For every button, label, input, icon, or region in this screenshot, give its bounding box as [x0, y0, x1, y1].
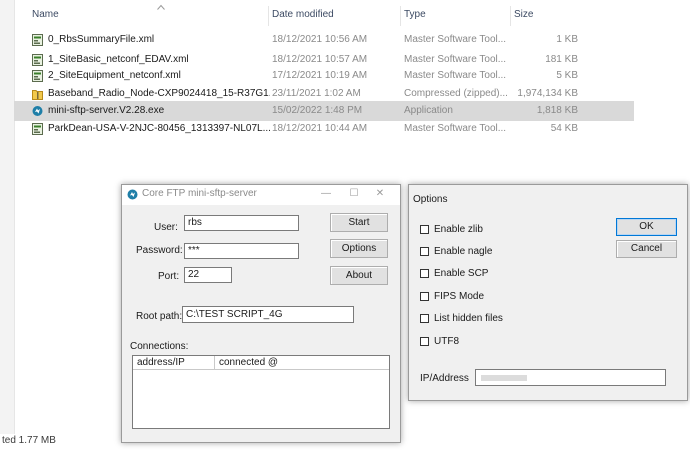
minimize-icon[interactable]: — [320, 188, 332, 200]
xml-file-icon [32, 54, 43, 66]
xml-file-icon [32, 70, 43, 82]
file-size: 54 KB [550, 123, 578, 134]
password-label: Password: [136, 245, 183, 256]
file-size: 1 KB [556, 34, 578, 45]
close-icon[interactable]: ✕ [374, 188, 386, 200]
options-titlebar[interactable]: Options [409, 185, 687, 205]
column-header-size[interactable]: Size [514, 4, 594, 26]
file-date-modified: 15/02/2022 1:48 PM [272, 105, 363, 116]
checkbox-label: Enable SCP [434, 268, 489, 279]
file-date-modified: 18/12/2021 10:44 AM [272, 123, 368, 134]
cancel-button[interactable]: Cancel [616, 240, 677, 258]
port-input[interactable]: 22 [184, 267, 232, 283]
file-type: Application [404, 105, 453, 116]
file-row[interactable]: 0_RbsSummaryFile.xml 18/12/2021 10:56 AM M… [14, 30, 634, 50]
column-header-type[interactable]: Type [404, 4, 510, 26]
file-row[interactable]: mini-sftp-server.V2.28.exe 15/02/2022 1:4… [14, 101, 634, 121]
app-logo-icon [127, 189, 138, 200]
user-label: User: [154, 222, 178, 233]
checkbox-label: FIPS Mode [434, 291, 485, 302]
xml-file-icon [32, 34, 43, 46]
file-name: 0_RbsSummaryFile.xml [48, 34, 155, 45]
options-window: Options Enable zlib Enable nagle Enable SC… [408, 184, 688, 401]
file-name: 2_SiteEquipment_netconf.xml [48, 70, 181, 81]
file-name: mini-sftp-server.V2.28.exe [48, 105, 165, 116]
file-type: Master Software Tool... [404, 70, 507, 81]
file-type: Master Software Tool... [404, 123, 507, 134]
column-header-name[interactable]: Name [32, 4, 272, 26]
file-name: ParkDean-USA-V-2NJC-80456_1313397-NL07L.… [48, 123, 270, 134]
connections-list[interactable]: address/IP connected @ [132, 355, 390, 429]
checkbox-enable-zlib[interactable] [420, 225, 429, 234]
checkbox-label: Enable nagle [434, 246, 493, 257]
file-size: 5 KB [556, 70, 578, 81]
core-ftp-window: Core FTP mini-sftp-server — ☐ ✕ User: rb… [121, 184, 401, 443]
zip-folder-icon [32, 88, 43, 100]
root-path-label: Root path: [136, 311, 183, 322]
column-address-ip[interactable]: address/IP [133, 356, 215, 370]
checkbox-enable-nagle[interactable] [420, 247, 429, 256]
user-input[interactable]: rbs [184, 215, 299, 231]
checkbox-fips-mode[interactable] [420, 292, 429, 301]
options-window-title: Options [413, 194, 448, 205]
file-date-modified: 17/12/2021 10:19 AM [272, 70, 368, 81]
checkbox-label: List hidden files [434, 313, 503, 324]
password-input[interactable]: *** [184, 243, 299, 259]
xml-file-icon [32, 123, 43, 135]
redacted-ip-mask [481, 375, 527, 381]
start-button[interactable]: Start [330, 213, 388, 232]
exe-app-icon [32, 105, 43, 117]
file-type: Master Software Tool... [404, 34, 507, 45]
maximize-icon[interactable]: ☐ [348, 188, 360, 200]
checkbox-label: UTF8 [434, 336, 459, 347]
checkbox-label: Enable zlib [434, 224, 483, 235]
checkbox-utf8[interactable] [420, 337, 429, 346]
file-row[interactable]: 2_SiteEquipment_netconf.xml 17/12/2021 10… [14, 66, 634, 86]
ok-button[interactable]: OK [616, 218, 677, 236]
navigation-pane-edge[interactable] [0, 0, 15, 434]
ftp-titlebar[interactable]: Core FTP mini-sftp-server — ☐ ✕ [122, 185, 400, 205]
checkbox-list-hidden-files[interactable] [420, 314, 429, 323]
about-button[interactable]: About [330, 266, 388, 285]
root-path-input[interactable]: C:\TEST SCRIPT_4G [182, 306, 354, 323]
column-header-row: Name Date modified Type Size [14, 4, 634, 26]
checkbox-enable-scp[interactable] [420, 269, 429, 278]
column-header-date[interactable]: Date modified [272, 4, 400, 26]
ip-address-input[interactable] [475, 369, 666, 386]
connections-label: Connections: [130, 341, 189, 352]
port-label: Port: [158, 271, 180, 282]
column-connected-at[interactable]: connected @ [215, 356, 389, 370]
file-size: 1,818 KB [536, 105, 578, 116]
file-row[interactable]: ParkDean-USA-V-2NJC-80456_1313397-NL07L.… [14, 119, 634, 139]
file-date-modified: 18/12/2021 10:56 AM [272, 34, 368, 45]
ip-address-label: IP/Address [420, 373, 469, 384]
ftp-window-title: Core FTP mini-sftp-server [142, 188, 257, 199]
options-button[interactable]: Options [330, 239, 388, 258]
